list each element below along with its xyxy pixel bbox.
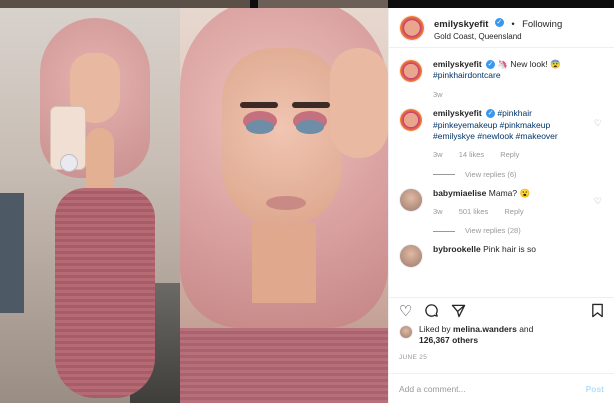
heart-outline-icon[interactable]: ♡ [594, 118, 602, 129]
comment-time[interactable]: 3w [433, 90, 443, 99]
pink-dress [180, 328, 388, 403]
post-header: emilyskyefit ✓ • Following Gold Coast, Q… [389, 8, 614, 48]
divider [433, 174, 455, 176]
eyebrow [292, 102, 330, 108]
comment-hashtags[interactable]: #pinkhairdontcare [433, 70, 501, 80]
comment-username[interactable]: emilyskyefit [433, 59, 482, 69]
liked-by-user[interactable]: melina.wanders [453, 324, 517, 334]
post-date[interactable]: JUNE 25 [399, 354, 427, 361]
avatar[interactable] [399, 187, 423, 212]
post-media[interactable] [0, 8, 388, 403]
avatar[interactable] [399, 59, 423, 83]
heart-outline-icon[interactable]: ♡ [594, 196, 602, 207]
comment-text: Pink hair is so [483, 244, 537, 255]
avatar[interactable] [399, 108, 423, 133]
comment: emilyskyefit ✓ #pinkhair #pinkeyemakeup … [399, 108, 604, 180]
avatar[interactable] [399, 325, 413, 339]
divider [433, 230, 455, 232]
comment-text: 🦄 New look! 😨 [497, 59, 561, 69]
comment: bybrookelle Pink hair is so [399, 244, 604, 269]
following-button[interactable]: Following [522, 19, 562, 30]
phone-grip [60, 154, 78, 172]
background-thumbnail [258, 0, 388, 8]
eye [296, 120, 324, 134]
post-button[interactable]: Post [586, 384, 604, 394]
comments-list[interactable]: emilyskyefit ✓ 🦄 New look! 😨 #pinkhairdo… [389, 49, 614, 295]
likes-summary: Liked by melina.wanders and 126,367 othe… [399, 324, 604, 347]
heart-outline-icon[interactable]: ♡ [399, 304, 412, 319]
comment-likes[interactable]: 14 likes [459, 150, 484, 159]
likes-prefix: Liked by [419, 324, 451, 334]
comment-time[interactable]: 3w [433, 207, 443, 216]
neck [252, 223, 316, 303]
reply-button[interactable]: Reply [504, 207, 523, 216]
view-replies[interactable]: View replies (28) [433, 226, 583, 236]
lips [266, 196, 306, 210]
view-replies[interactable]: View replies (6) [433, 170, 583, 180]
location-link[interactable]: Gold Coast, Queensland [434, 32, 562, 42]
comment-username[interactable]: emilyskyefit [433, 108, 482, 118]
bookmark-icon[interactable] [591, 303, 604, 321]
share-icon[interactable] [451, 303, 466, 321]
reply-button[interactable]: Reply [500, 150, 519, 159]
comment-time[interactable]: 3w [433, 150, 443, 159]
eyebrow [240, 102, 278, 108]
post-side-panel: emilyskyefit ✓ • Following Gold Coast, Q… [388, 8, 614, 403]
post-actions: ♡ [389, 297, 614, 325]
add-comment-bar: Post [389, 373, 614, 403]
comment-icon[interactable] [424, 303, 439, 321]
eye [246, 120, 274, 134]
verified-icon: ✓ [486, 60, 496, 70]
header-username[interactable]: emilyskyefit [434, 19, 488, 30]
caption: emilyskyefit ✓ 🦄 New look! 😨 #pinkhairdo… [399, 59, 604, 100]
bookshelf [0, 193, 24, 313]
comment-username[interactable]: babymiaelise [433, 188, 486, 198]
background-thumbnail [0, 0, 250, 8]
likes-joiner: and [519, 324, 534, 334]
verified-icon: ✓ [486, 109, 496, 119]
hand [330, 48, 388, 158]
comment-likes[interactable]: 501 likes [459, 207, 489, 216]
comment-text: Mama? 😮 [488, 187, 531, 198]
comment: babymiaelise Mama? 😮 3w 501 likes Reply … [399, 187, 604, 237]
comment-username[interactable]: bybrookelle [433, 244, 481, 254]
likes-count[interactable]: 126,367 others [419, 335, 478, 345]
pink-dress [55, 188, 155, 398]
photo-mirror-selfie [0, 8, 180, 403]
comment-input[interactable] [399, 383, 586, 394]
avatar[interactable] [399, 14, 425, 41]
view-replies-label[interactable]: View replies (6) [465, 170, 517, 180]
avatar[interactable] [399, 244, 423, 269]
view-replies-label[interactable]: View replies (28) [465, 226, 521, 236]
verified-icon: ✓ [494, 18, 504, 28]
photo-closeup [180, 8, 388, 403]
follow-separator: • [511, 19, 515, 31]
